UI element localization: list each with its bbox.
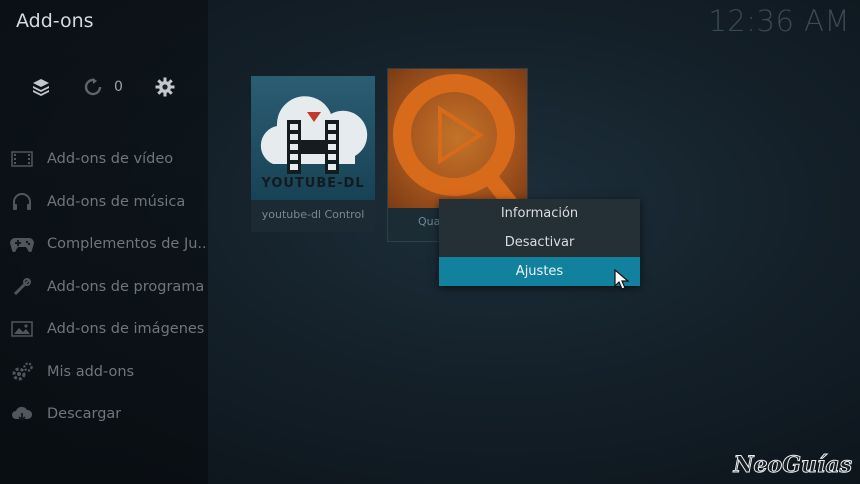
addon-tile-youtube-dl[interactable]: YOUTUBE-DL youtube-dl Control [251, 76, 375, 232]
clock: 12:36 AM [708, 4, 850, 38]
sidebar-item-label: Mis add-ons [47, 363, 135, 380]
sidebar-item-label: Descargar [47, 406, 122, 423]
sidebar-item-my-addons[interactable]: Mis add-ons [0, 351, 208, 394]
sidebar-menu: Add-ons de vídeo Add-ons de música Compl… [0, 138, 208, 436]
tools-icon [10, 277, 34, 297]
sidebar-item-program-addons[interactable]: Add-ons de programas [0, 266, 208, 309]
sidebar-item-label: Add-ons de programas [47, 278, 205, 295]
refresh-icon[interactable] [80, 74, 106, 100]
addon-tile-label: youtube-dl Control [261, 208, 365, 221]
addon-tile-label: Qua [418, 215, 441, 228]
context-menu-settings[interactable]: Ajustes [439, 257, 640, 286]
sidebar-item-music-addons[interactable]: Add-ons de música [0, 181, 208, 224]
gears-icon [10, 362, 34, 382]
sidebar-item-label: Add-ons de música [47, 193, 186, 210]
context-menu: Información Desactivar Ajustes [439, 199, 640, 286]
sidebar-item-image-addons[interactable]: Add-ons de imágenes [0, 308, 208, 351]
headphones-icon [10, 192, 34, 212]
context-menu-info[interactable]: Información [439, 199, 640, 228]
picture-icon [10, 319, 34, 339]
mouse-pointer-icon [614, 268, 630, 291]
context-menu-disable[interactable]: Desactivar [439, 228, 640, 257]
update-count: 0 [114, 79, 123, 95]
cloud-download-icon [10, 404, 34, 424]
sidebar-item-label: Add-ons de vídeo [47, 151, 174, 168]
install-from-zip-icon[interactable] [28, 74, 54, 100]
sidebar-item-video-addons[interactable]: Add-ons de vídeo [0, 138, 208, 181]
sidebar-item-label: Complementos de Ju... [47, 236, 205, 253]
film-icon [10, 149, 34, 169]
youtube-dl-logo-text: YOUTUBE-DL [261, 176, 365, 191]
sidebar-toolbar: 0 [28, 74, 198, 102]
quasar-play-icon [388, 69, 527, 208]
settings-gear-icon[interactable] [152, 74, 178, 100]
sidebar-item-download[interactable]: Descargar [0, 393, 208, 436]
youtube-dl-logo: YOUTUBE-DL [251, 76, 375, 200]
gamepad-icon [10, 234, 34, 254]
watermark-logo: NeoGuías [733, 452, 853, 479]
page-title: Add-ons [16, 10, 94, 32]
sidebar-item-game-addons[interactable]: Complementos de Ju... [0, 223, 208, 266]
sidebar-item-label: Add-ons de imágenes [47, 321, 205, 338]
